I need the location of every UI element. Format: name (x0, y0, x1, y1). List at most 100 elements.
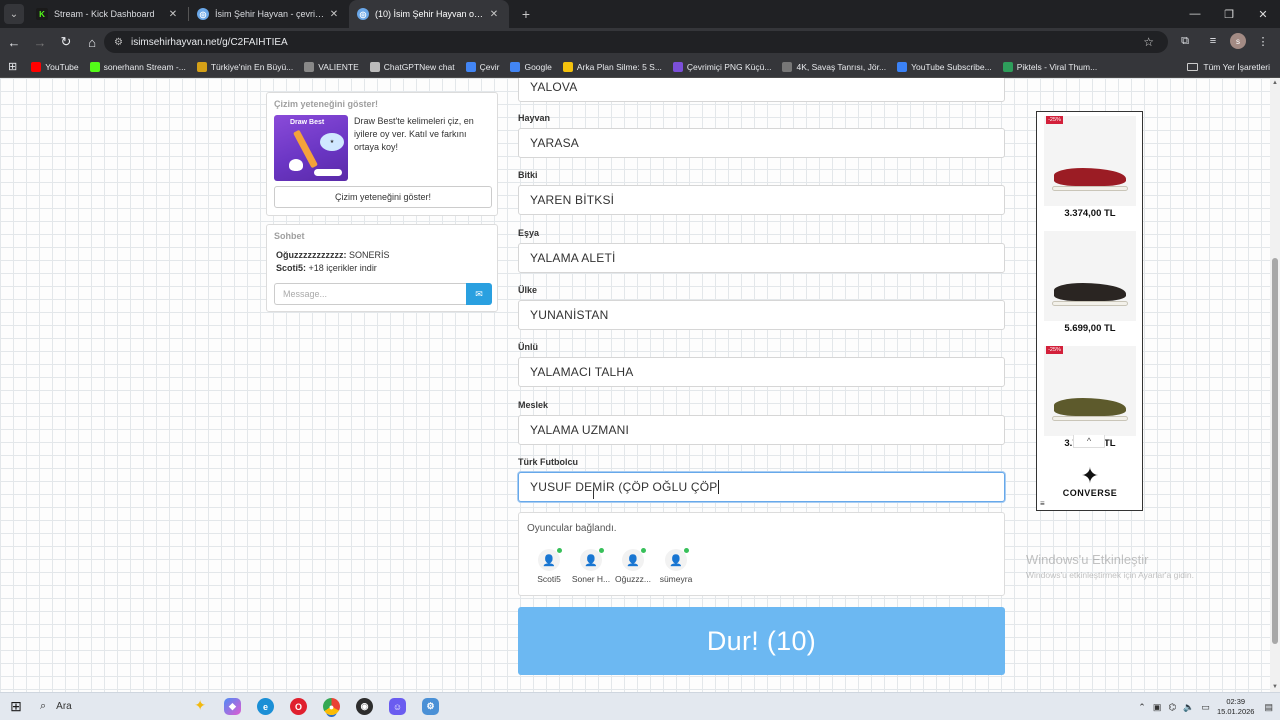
media-control-icon[interactable]: ≡ (1202, 30, 1224, 52)
player-item[interactable]: 👤 Scoti5 (525, 548, 573, 584)
object-field[interactable]: YALAMA ALETİ (518, 243, 1005, 273)
chat-message: Scoti5: +18 içerikler indir (276, 263, 377, 273)
battery-icon[interactable]: ▭ (1201, 702, 1210, 713)
taskbar-search[interactable]: ⌕ Ara ✦ (32, 695, 216, 719)
tab-kick-dashboard[interactable]: K Stream - Kick Dashboard ✕ (28, 0, 188, 28)
taskbar-app-opera[interactable]: O (282, 693, 315, 720)
bookmark-item[interactable]: Arka Plan Silme: 5 S... (562, 61, 662, 72)
ish-icon: ◎ (357, 8, 369, 20)
converse-logo: ✦ CONVERSE (1047, 464, 1133, 499)
tray-app-icon[interactable]: ▣ (1153, 702, 1162, 713)
windows-taskbar: ⊞ ⌕ Ara ✦ ◆ e O ● ◉ ☺ ⚙ ⌃ ▣ ⌬ 🔈 ▭ 02:39 … (0, 692, 1280, 720)
draw-best-promo-image[interactable]: Draw Best ★ (274, 115, 348, 181)
field-value: YALOVA (530, 80, 578, 94)
taskbar-app-obs[interactable]: ◉ (348, 693, 381, 720)
restore-icon[interactable]: ❐ (1212, 0, 1246, 28)
ad-product[interactable]: 3.749,00 TL -25% (1043, 346, 1137, 449)
turkish-footballer-field[interactable]: YUSUF DEMİR (ÇÖP OĞLU ÇÖP (518, 472, 1005, 502)
players-title: Oyuncular bağlandı. (527, 523, 617, 534)
field-value: YALAMACI TALHA (530, 365, 634, 379)
player-item[interactable]: 👤 Oğuzzz... (609, 548, 657, 584)
forward-icon[interactable]: → (28, 30, 52, 54)
network-icon[interactable]: ⌬ (1168, 702, 1176, 713)
scroll-up-icon[interactable]: ▲ (1272, 80, 1278, 86)
new-tab-button[interactable]: + (515, 3, 537, 25)
close-icon[interactable]: ✕ (487, 9, 501, 20)
field-value: YUNANİSTAN (530, 308, 609, 322)
city-field[interactable]: YALOVA (518, 78, 1005, 102)
scroll-thumb[interactable] (1272, 258, 1278, 644)
tab-search-button[interactable]: ⌄ (4, 4, 24, 24)
all-bookmarks[interactable]: Tüm Yer İşaretleri (1187, 56, 1270, 78)
discord-icon: ☺ (389, 698, 406, 715)
product-price: 3.374,00 TL (1064, 208, 1116, 219)
text-caret (718, 480, 720, 494)
bookmark-item[interactable]: 4K, Savaş Tanrısı, Jör... (782, 61, 887, 72)
animal-field[interactable]: YARASA (518, 128, 1005, 158)
tab-game-active[interactable]: ◎ (10) İsim Şehir Hayvan oyununa ✕ (349, 0, 509, 28)
country-field[interactable]: YUNANİSTAN (518, 300, 1005, 330)
bookmark-item[interactable]: Çevrimiçi PNG Küçü... (672, 61, 772, 72)
celebrity-field[interactable]: YALAMACI TALHA (518, 357, 1005, 387)
bookmark-label: 4K, Savaş Tanrısı, Jör... (796, 61, 887, 72)
extensions-icon[interactable]: ⧉ (1174, 30, 1196, 52)
draw-card-title: Çizim yeteneğini göster! (274, 99, 379, 109)
converse-ad[interactable]: 3.374,00 TL -25% 5.699,00 TL 3.749,00 TL… (1036, 111, 1143, 511)
bookmark-item[interactable]: Türkiye'nin En Büyü... (196, 61, 293, 72)
page-scrollbar[interactable]: ▲ ▼ (1270, 78, 1280, 692)
online-status-icon (557, 548, 562, 553)
tab-isim-sehir-hayvan[interactable]: ◎ İsim Şehir Hayvan - çevrimiçi oyun ✕ (189, 0, 349, 28)
shoe-sole (1052, 416, 1128, 421)
home-icon[interactable]: ⌂ (80, 30, 104, 54)
bookmark-label: Çevrimiçi PNG Küçü... (686, 61, 772, 72)
player-item[interactable]: 👤 sümeyra (652, 548, 700, 584)
taskbar-app-copilot[interactable]: ◆ (216, 693, 249, 720)
bookmark-item[interactable]: Google (510, 61, 552, 72)
stop-button[interactable]: Dur! (10) (518, 607, 1005, 675)
ad-product[interactable]: 5.699,00 TL (1043, 231, 1137, 334)
opera-icon: O (290, 698, 307, 715)
ad-product[interactable]: 3.374,00 TL -25% (1043, 116, 1137, 219)
bookmark-item[interactable]: Piktels - Viral Thum... (1002, 61, 1097, 72)
site-info-icon[interactable]: ⚙ (114, 37, 123, 48)
tray-chevron-icon[interactable]: ⌃ (1138, 702, 1146, 713)
scroll-down-icon[interactable]: ▼ (1272, 684, 1278, 690)
windows-start-icon[interactable]: ⊞ (0, 693, 32, 720)
user-icon: 👤 (665, 548, 689, 571)
edge-icon: e (257, 698, 274, 715)
chat-user: Scoti5: (276, 263, 307, 273)
taskbar-app-edge[interactable]: e (249, 693, 282, 720)
profession-field[interactable]: YALAMA UZMANI (518, 415, 1005, 445)
bookmark-star-icon[interactable]: ☆ (1143, 35, 1154, 49)
player-item[interactable]: 👤 Soner H... (567, 548, 615, 584)
taskbar-clock[interactable]: 02:39 15.01.2026 (1217, 697, 1255, 717)
taskbar-app-settings[interactable]: ⚙ (414, 693, 447, 720)
minimize-icon[interactable]: — (1178, 0, 1212, 28)
brand-chip (314, 169, 342, 176)
volume-icon[interactable]: 🔈 (1183, 702, 1194, 713)
chat-send-icon[interactable]: ✉ (466, 283, 492, 305)
address-bar[interactable]: ⚙ isimsehirhayvan.net/g/C2FAIHTIEA ☆ (104, 31, 1168, 53)
taskbar-app-chrome[interactable]: ● (315, 693, 348, 720)
reload-icon[interactable]: ↻ (54, 30, 78, 54)
back-icon[interactable]: ← (2, 30, 26, 54)
ad-collapse-button[interactable]: ^ (1073, 435, 1105, 448)
notification-icon[interactable]: ▤ (1264, 702, 1273, 713)
ad-menu-icon[interactable]: ≡ (1040, 499, 1045, 508)
bookmark-item[interactable]: sonerhann Stream -... (89, 61, 186, 72)
apps-grid-icon[interactable]: ⊞ (8, 60, 17, 73)
chat-message-input[interactable]: Message... (274, 283, 466, 305)
plant-field[interactable]: YAREN BİTKSİ (518, 185, 1005, 215)
bookmark-item[interactable]: Çevir (465, 61, 499, 72)
bookmark-item[interactable]: YouTube (31, 61, 79, 72)
bookmark-item[interactable]: ChatGPTNew chat (369, 61, 455, 72)
bookmark-item[interactable]: YouTube Subscribe... (897, 61, 992, 72)
bookmark-item[interactable]: VALIENTE (304, 61, 359, 72)
close-window-icon[interactable]: ✕ (1246, 0, 1280, 28)
show-drawing-skill-button[interactable]: Çizim yeteneğini göster! (274, 186, 492, 208)
close-icon[interactable]: ✕ (166, 9, 180, 20)
menu-icon[interactable]: ⋮ (1252, 30, 1274, 52)
close-icon[interactable]: ✕ (327, 9, 341, 20)
taskbar-app-discord[interactable]: ☺ (381, 693, 414, 720)
profile-avatar[interactable]: s (1230, 33, 1246, 49)
